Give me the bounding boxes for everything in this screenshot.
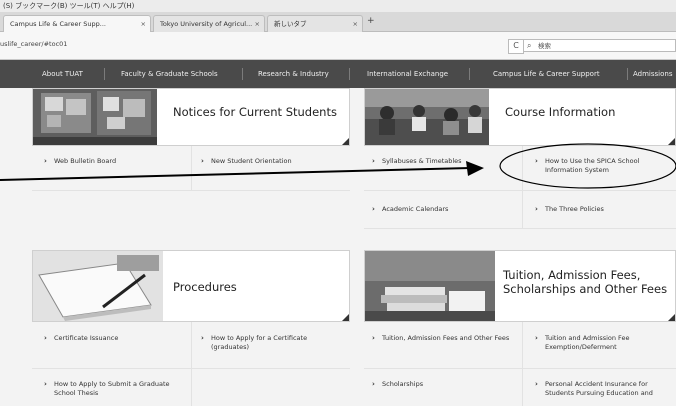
annotation-arrow-line (0, 167, 471, 181)
annotation-ellipse (499, 143, 676, 189)
annotation-overlay (0, 143, 676, 189)
annotation-arrowhead-icon (466, 161, 484, 176)
